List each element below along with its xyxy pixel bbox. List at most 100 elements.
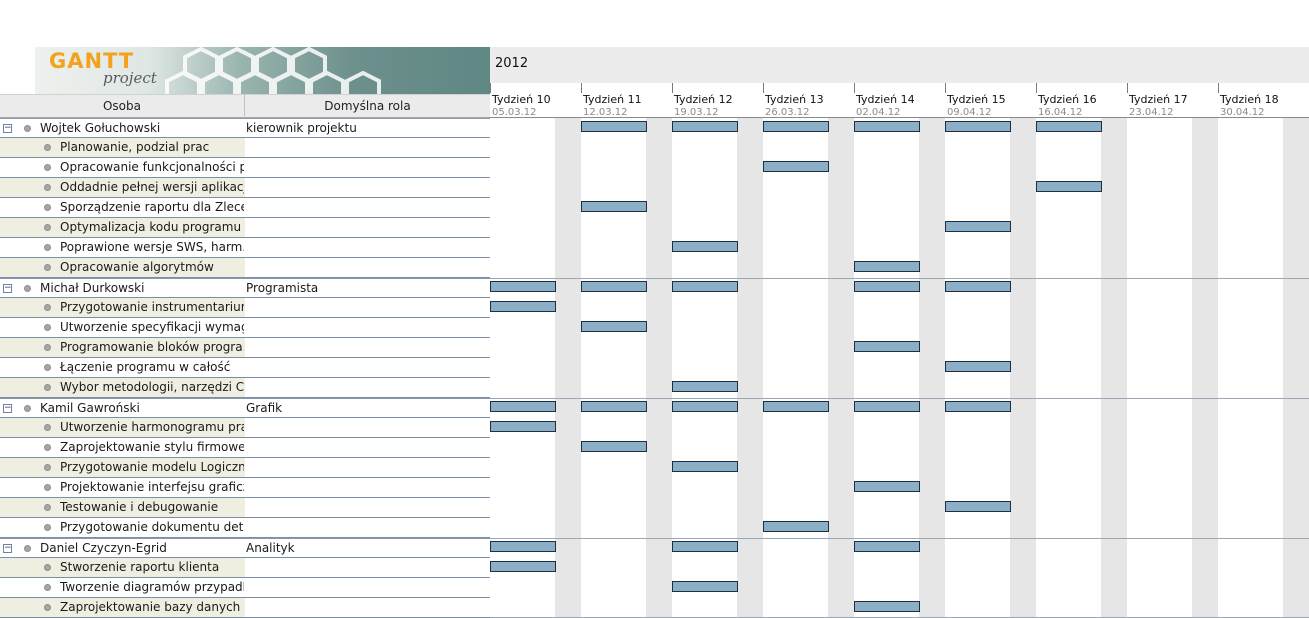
role-cell [245,298,490,317]
resource-load-bar[interactable] [581,281,647,292]
assignment-row[interactable]: Przygotowanie dokumentu detal... [0,518,490,538]
assignment-row[interactable]: Wybor metodologii, narzędzi CA... [0,378,490,398]
resource-load-bar[interactable] [581,401,647,412]
resource-load-bar[interactable] [672,121,738,132]
assignment-bar[interactable] [854,601,920,612]
assignment-row[interactable]: Stworzenie raportu klienta [0,558,490,578]
assignment-bar[interactable] [581,201,647,212]
assignment-row[interactable]: Sporządzenie raportu dla Zlecen... [0,198,490,218]
resource-load-bar[interactable] [490,401,556,412]
assignment-row[interactable]: Opracowanie funkcjonalności pr... [0,158,490,178]
assignment-row[interactable]: Opracowanie algorytmów [0,258,490,278]
resource-row[interactable]: − Wojtek Gołuchowski kierownik projektu [0,118,490,138]
task-bullet-icon [44,144,51,151]
role-cell [245,558,490,577]
column-header-person[interactable]: Osoba [0,95,245,118]
resource-separator [490,398,1309,399]
assignment-name: Programowanie bloków progra... [60,340,244,354]
resource-row[interactable]: − Michał Durkowski Programista [0,278,490,298]
assignment-row[interactable]: Przygotowanie modelu Logiczne... [0,458,490,478]
resource-load-bar[interactable] [854,121,920,132]
assignment-row[interactable]: Oddadnie pełnej wersji aplikacji [0,178,490,198]
resource-load-bar[interactable] [672,401,738,412]
task-bullet-icon [44,264,51,271]
resource-load-bar[interactable] [945,121,1011,132]
week-header: Tydzień 14 02.04.12 [854,83,945,118]
assignment-bar[interactable] [672,581,738,592]
week-label: Tydzień 13 [765,93,824,106]
task-bullet-icon [44,364,51,371]
assignment-bar[interactable] [581,441,647,452]
resource-load-bar[interactable] [945,281,1011,292]
role-cell [245,198,490,217]
assignment-row[interactable]: Optymalizacja kodu programu [0,218,490,238]
resource-table-header: Osoba Domyślna rola [0,94,490,118]
resource-row[interactable]: − Kamil Gawroński Grafik [0,398,490,418]
timeline-week-header: Tydzień 10 05.03.12 Tydzień 11 12.03.12 Tydz… [490,83,1309,118]
week-label: Tydzień 14 [856,93,915,106]
assignment-bar[interactable] [1036,181,1102,192]
resource-load-bar[interactable] [490,281,556,292]
resource-load-bar[interactable] [945,401,1011,412]
assignment-bar[interactable] [672,241,738,252]
resource-row[interactable]: − Daniel Czyczyn-Egrid Analityk [0,538,490,558]
collapse-toggle-icon[interactable]: − [3,284,12,293]
assignment-bar[interactable] [490,301,556,312]
resource-load-bar[interactable] [854,401,920,412]
week-header: Tydzień 17 23.04.12 [1127,83,1218,118]
assignment-row[interactable]: Testowanie i debugowanie [0,498,490,518]
assignment-bar[interactable] [854,481,920,492]
role-cell [245,218,490,237]
week-label: Tydzień 11 [583,93,642,106]
assignment-row[interactable]: Utworzenie specyfikacji wymaga... [0,318,490,338]
week-label: Tydzień 18 [1220,93,1279,106]
assignment-row[interactable]: Utworzenie harmonogramu pracy [0,418,490,438]
assignment-row[interactable]: Tworzenie diagramów przypadk... [0,578,490,598]
resource-load-bar[interactable] [672,541,738,552]
week-label: Tydzień 17 [1129,93,1188,106]
assignment-bar[interactable] [763,521,829,532]
task-bullet-icon [44,384,51,391]
resource-load-bar[interactable] [854,281,920,292]
assignment-bar[interactable] [945,221,1011,232]
assignment-bar[interactable] [672,461,738,472]
assignment-bar[interactable] [490,561,556,572]
resource-load-bar[interactable] [763,401,829,412]
assignment-bar[interactable] [763,161,829,172]
assignment-name: Utworzenie harmonogramu pracy [60,420,244,434]
assignment-row[interactable]: Zaprojektowanie bazy danych [0,598,490,618]
assignment-row[interactable]: Planowanie, podzial prac [0,138,490,158]
assignment-row[interactable]: Przygotowanie instrumentarium [0,298,490,318]
resource-load-bar[interactable] [490,541,556,552]
assignment-name: Wybor metodologii, narzędzi CA... [60,380,244,394]
resource-load-bar[interactable] [581,121,647,132]
assignment-name: Poprawione wersje SWS, harm... [60,240,244,254]
assignment-bar[interactable] [490,421,556,432]
role-cell [245,258,490,277]
assignment-bar[interactable] [945,501,1011,512]
assignment-bar[interactable] [581,321,647,332]
assignment-bar[interactable] [945,361,1011,372]
resource-load-bar[interactable] [672,281,738,292]
resource-load-bar[interactable] [763,121,829,132]
task-bullet-icon [44,504,51,511]
assignment-name: Utworzenie specyfikacji wymaga... [60,320,244,334]
resource-separator [490,278,1309,279]
assignment-bar[interactable] [672,381,738,392]
collapse-toggle-icon[interactable]: − [3,404,12,413]
resource-load-bar[interactable] [854,541,920,552]
task-bullet-icon [44,204,51,211]
assignment-row[interactable]: Łączenie programu w całość [0,358,490,378]
resource-load-bar[interactable] [1036,121,1102,132]
role-cell [245,178,490,197]
week-tick [1127,83,1128,93]
assignment-row[interactable]: Poprawione wersje SWS, harm... [0,238,490,258]
assignment-row[interactable]: Programowanie bloków progra... [0,338,490,358]
collapse-toggle-icon[interactable]: − [3,124,12,133]
collapse-toggle-icon[interactable]: − [3,544,12,553]
column-header-role[interactable]: Domyślna rola [245,95,490,118]
assignment-bar[interactable] [854,261,920,272]
assignment-row[interactable]: Zaprojektowanie stylu firmowego [0,438,490,458]
assignment-bar[interactable] [854,341,920,352]
assignment-row[interactable]: Projektowanie interfejsu graficz... [0,478,490,498]
